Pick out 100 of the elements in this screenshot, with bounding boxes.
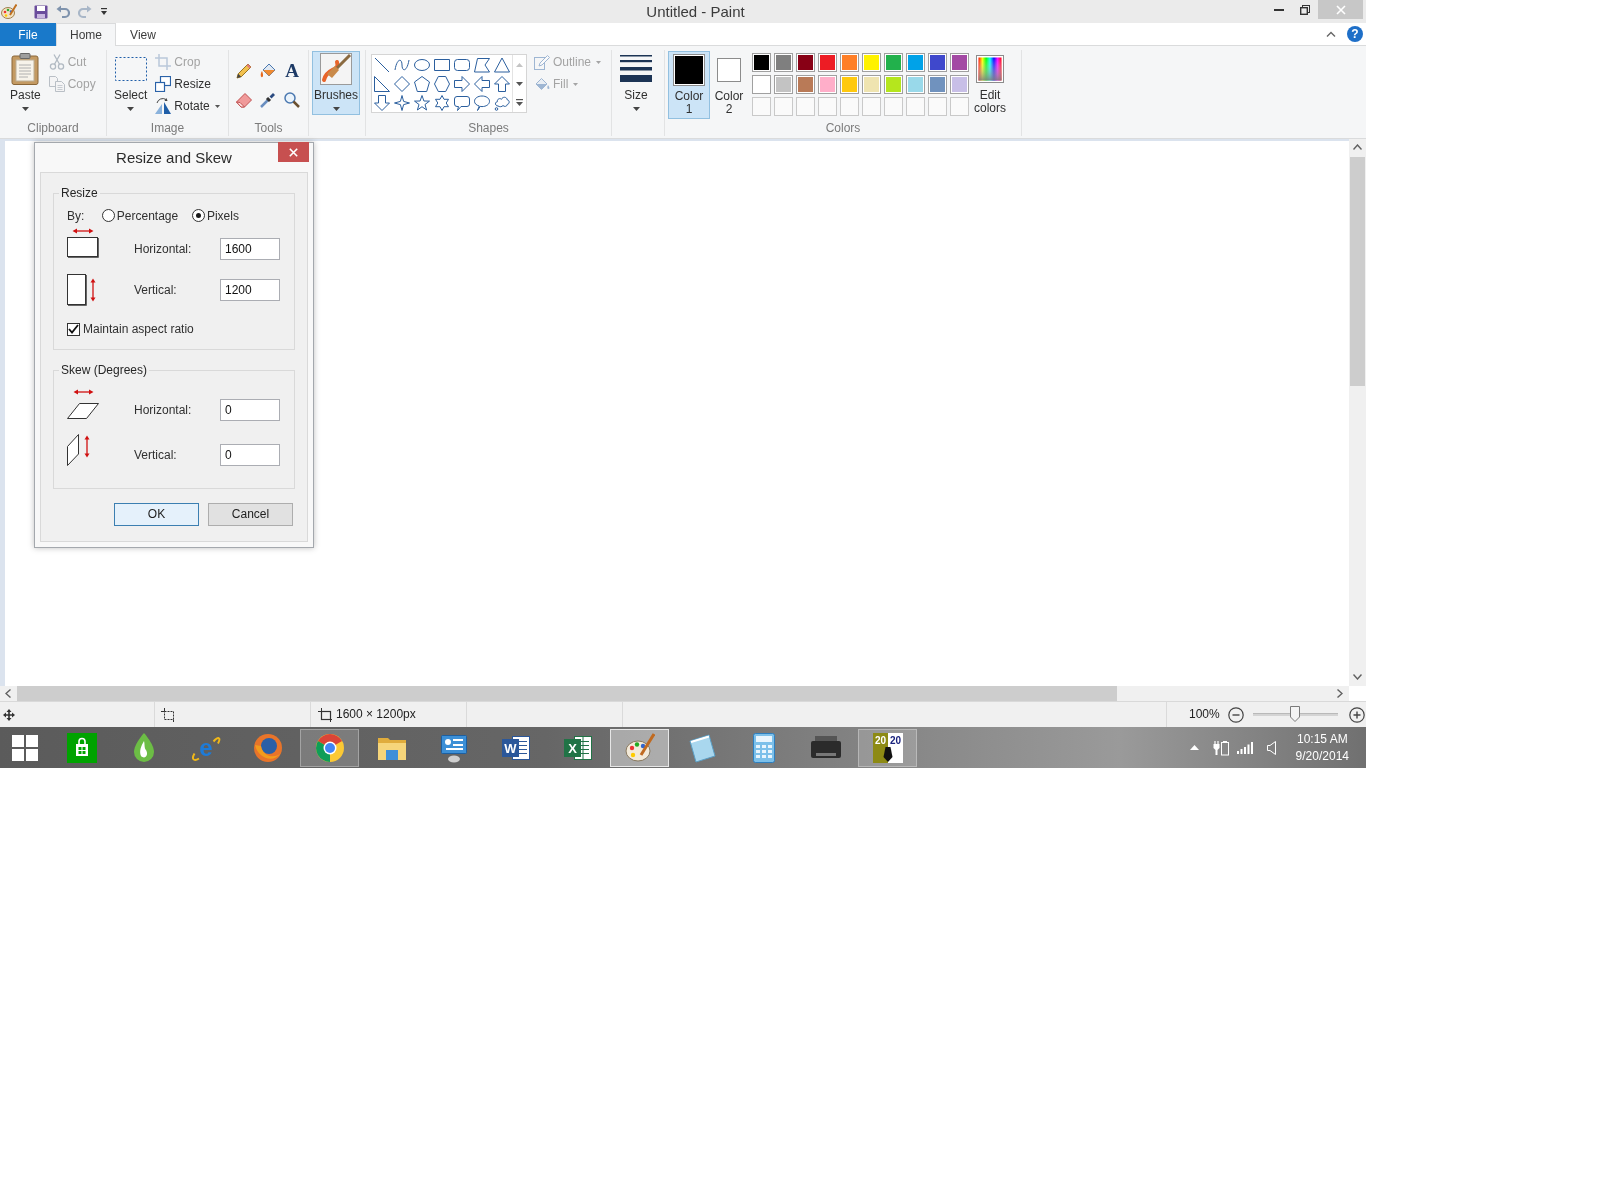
six-point-star-icon[interactable] xyxy=(434,94,450,111)
scroll-down-icon[interactable] xyxy=(1353,674,1362,680)
taskbar-button[interactable]: W xyxy=(486,728,545,767)
save-icon[interactable] xyxy=(34,4,48,19)
customize-caret-icon[interactable] xyxy=(100,7,108,16)
oval-callout-icon[interactable] xyxy=(474,94,490,111)
swatch-icon[interactable] xyxy=(950,75,969,94)
swatch-icon[interactable] xyxy=(752,53,771,72)
polygon-shape-icon[interactable] xyxy=(474,56,490,73)
close-button[interactable] xyxy=(278,142,309,162)
rectangle-callout-icon[interactable] xyxy=(454,94,470,111)
pencil-icon[interactable] xyxy=(236,62,252,79)
rotate-button[interactable]: Rotate xyxy=(153,95,222,117)
signal-bars-icon[interactable] xyxy=(1236,741,1253,754)
ribbon-tab[interactable]: View xyxy=(116,23,170,46)
rounded-rectangle-shape-icon[interactable] xyxy=(454,56,470,73)
select-button[interactable]: Select xyxy=(112,51,150,115)
scroll-down-icon[interactable] xyxy=(516,81,523,86)
eraser-icon[interactable] xyxy=(236,91,252,108)
down-arrow-shape-icon[interactable] xyxy=(374,94,390,111)
plug-battery-icon[interactable] xyxy=(1212,739,1229,756)
file-menu-tab[interactable]: File xyxy=(0,23,56,46)
empty-swatch-icon[interactable] xyxy=(928,97,947,116)
clock-time[interactable]: 10:15 AM xyxy=(1296,730,1348,748)
brushes-button[interactable]: Brushes xyxy=(312,51,361,115)
ribbon-tab[interactable]: Home xyxy=(56,23,116,46)
speaker-icon[interactable] xyxy=(1266,740,1276,755)
swatch-icon[interactable] xyxy=(884,53,903,72)
radio-button[interactable] xyxy=(191,209,205,223)
empty-swatch-icon[interactable] xyxy=(752,97,771,116)
swatch-icon[interactable] xyxy=(950,53,969,72)
resize-button[interactable]: Resize xyxy=(153,73,222,95)
collapse-ribbon-icon[interactable] xyxy=(1326,31,1336,37)
taskbar-button[interactable] xyxy=(610,728,669,767)
edit-colors-button[interactable]: Edit colors xyxy=(972,51,1008,115)
left-arrow-shape-icon[interactable] xyxy=(474,75,490,92)
vertical-scrollbar[interactable] xyxy=(1349,139,1366,686)
magnifier-icon[interactable] xyxy=(284,91,300,108)
scroll-up-icon[interactable] xyxy=(1353,144,1362,150)
cancel-button[interactable]: Cancel xyxy=(208,503,293,526)
rectangle-shape-icon[interactable] xyxy=(434,56,450,73)
radio-button[interactable] xyxy=(101,209,115,223)
taskbar-button[interactable]: X xyxy=(548,728,607,767)
option-label[interactable]: Percentage xyxy=(116,208,179,224)
scroll-right-icon[interactable] xyxy=(1337,689,1343,698)
empty-swatch-icon[interactable] xyxy=(862,97,881,116)
pentagon-shape-icon[interactable] xyxy=(414,75,430,92)
clock-date[interactable]: 9/20/2014 xyxy=(1295,747,1349,765)
swatch-icon[interactable] xyxy=(752,75,771,94)
option-label[interactable]: Pixels xyxy=(206,208,239,224)
color-slot-button[interactable]: Color 2 xyxy=(710,51,748,119)
swatch-icon[interactable] xyxy=(906,53,925,72)
empty-swatch-icon[interactable] xyxy=(840,97,859,116)
horizontal-scrollbar[interactable] xyxy=(0,686,1349,701)
empty-swatch-icon[interactable] xyxy=(796,97,815,116)
palette-icon[interactable] xyxy=(1,3,17,20)
swatch-icon[interactable] xyxy=(928,53,947,72)
empty-swatch-icon[interactable] xyxy=(950,97,969,116)
up-arrow-shape-icon[interactable] xyxy=(494,75,510,92)
expand-gallery-icon[interactable] xyxy=(516,99,523,106)
text-field[interactable]: 0 xyxy=(220,444,280,466)
empty-swatch-icon[interactable] xyxy=(774,97,793,116)
swatch-icon[interactable] xyxy=(840,75,859,94)
eyedropper-icon[interactable] xyxy=(260,91,276,108)
swatch-icon[interactable] xyxy=(818,53,837,72)
triangle-shape-icon[interactable] xyxy=(494,56,510,73)
text-tool-button[interactable]: A xyxy=(285,61,299,80)
right-arrow-shape-icon[interactable] xyxy=(454,75,470,92)
swatch-icon[interactable] xyxy=(796,53,815,72)
five-point-star-icon[interactable] xyxy=(414,94,430,111)
cloud-callout-icon[interactable] xyxy=(494,94,510,111)
zoom-out-button[interactable] xyxy=(1227,706,1244,723)
four-point-star-icon[interactable] xyxy=(394,94,410,111)
ok-button[interactable]: OK xyxy=(114,503,199,526)
hexagon-shape-icon[interactable] xyxy=(434,75,450,92)
empty-swatch-icon[interactable] xyxy=(884,97,903,116)
size-button[interactable]: Size xyxy=(618,51,654,115)
slider-thumb[interactable] xyxy=(1290,706,1301,722)
text-field[interactable]: 0 xyxy=(220,399,280,421)
swatch-icon[interactable] xyxy=(928,75,947,94)
help-button[interactable]: ? xyxy=(1347,26,1363,42)
swatch-icon[interactable] xyxy=(862,53,881,72)
swatch-icon[interactable] xyxy=(906,75,925,94)
paint-bucket-icon[interactable] xyxy=(260,62,276,79)
swatch-icon[interactable] xyxy=(796,75,815,94)
scrollbar-thumb[interactable] xyxy=(1350,157,1365,386)
oval-shape-icon[interactable] xyxy=(414,56,430,73)
paste-button[interactable]: Paste xyxy=(8,51,43,115)
scrollbar-thumb[interactable] xyxy=(17,686,1117,701)
color-slot-button[interactable]: Color 1 xyxy=(668,51,710,119)
text-field[interactable]: 1600 xyxy=(220,238,280,260)
swatch-icon[interactable] xyxy=(884,75,903,94)
swatch-icon[interactable] xyxy=(774,75,793,94)
taskbar-button[interactable] xyxy=(300,728,359,767)
right-triangle-shape-icon[interactable] xyxy=(374,75,390,92)
scroll-left-icon[interactable] xyxy=(5,689,11,698)
line-shape-icon[interactable] xyxy=(374,56,390,73)
text-field[interactable]: 1200 xyxy=(220,279,280,301)
taskbar-button[interactable]: 20 20 xyxy=(858,728,917,767)
empty-swatch-icon[interactable] xyxy=(818,97,837,116)
